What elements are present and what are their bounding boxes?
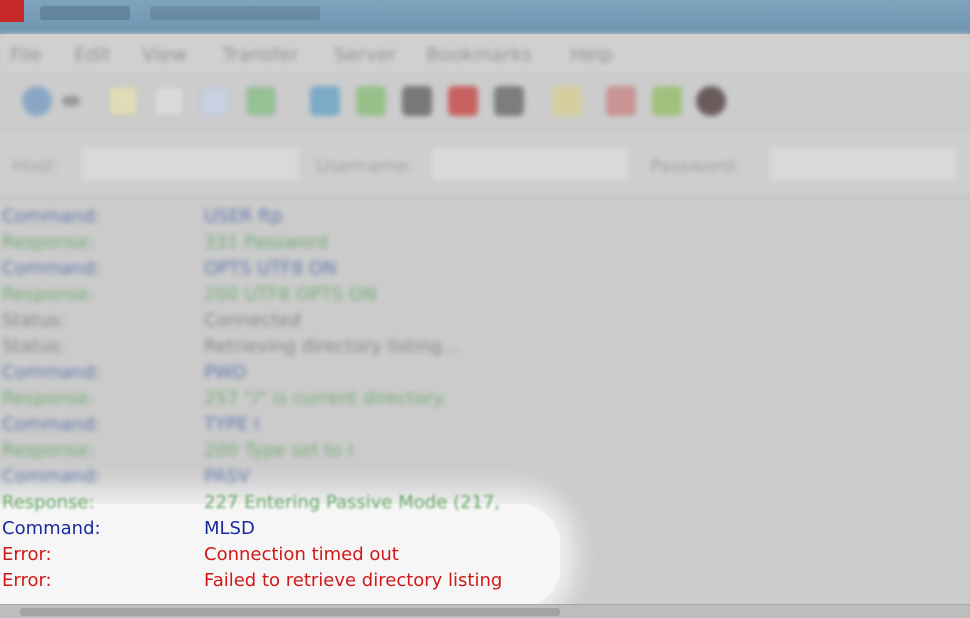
log-type: Status: xyxy=(2,336,66,357)
log-message: PWD xyxy=(204,362,247,383)
log-type: Status: xyxy=(2,310,66,331)
log-row: Status: Connected xyxy=(0,308,970,334)
log-type: Command: xyxy=(2,518,101,539)
log-type: Response: xyxy=(2,492,95,513)
menu-server[interactable]: Server xyxy=(334,44,396,66)
window-title-blurred xyxy=(40,6,130,20)
log-message: 200 Type set to I xyxy=(204,440,354,461)
log-message: USER ftp xyxy=(204,206,283,227)
log-type: Command: xyxy=(2,414,101,435)
menu-file[interactable]: File xyxy=(10,44,42,66)
cancel-icon[interactable] xyxy=(402,86,432,116)
remote-tree-icon[interactable] xyxy=(200,86,230,116)
log-type: Command: xyxy=(2,258,101,279)
log-row: Response: 227 Entering Passive Mode (217… xyxy=(0,490,970,516)
process-queue-icon[interactable] xyxy=(356,86,386,116)
log-type: Response: xyxy=(2,388,95,409)
log-row: Command: MLSD xyxy=(0,516,970,542)
log-type: Response: xyxy=(2,232,95,253)
log-row: Response: 200 UTF8 OPTS ON xyxy=(0,282,970,308)
log-message: Connected xyxy=(204,310,301,331)
log-message: 331 Password xyxy=(204,232,329,253)
menu-bar: File Edit View Transfer Server Bookmarks… xyxy=(0,34,970,76)
window-titlebar xyxy=(0,0,970,34)
reconnect-icon[interactable] xyxy=(494,86,524,116)
dropdown-arrow-icon[interactable] xyxy=(62,96,80,106)
local-tree-icon[interactable] xyxy=(154,86,184,116)
site-manager-icon[interactable] xyxy=(22,86,52,116)
log-type: Response: xyxy=(2,284,95,305)
window-title-blurred-2 xyxy=(150,6,320,20)
log-row: Response: 257 "/" is current directory. xyxy=(0,386,970,412)
menu-bookmarks[interactable]: Bookmarks xyxy=(426,44,532,66)
disconnect-icon[interactable] xyxy=(448,86,478,116)
horizontal-scrollbar[interactable] xyxy=(0,604,970,618)
host-label: Host: xyxy=(12,156,60,177)
password-input[interactable] xyxy=(768,146,958,182)
menu-view[interactable]: View xyxy=(142,44,187,66)
log-message: Failed to retrieve directory listing xyxy=(204,570,503,591)
log-row-error: Error: Failed to retrieve directory list… xyxy=(0,568,970,594)
username-input[interactable] xyxy=(430,146,630,182)
quickconnect-bar: Host: Username: Password: xyxy=(0,130,970,196)
log-row-error: Error: Connection timed out xyxy=(0,542,970,568)
toolbar xyxy=(0,76,970,130)
log-type: Error: xyxy=(2,570,52,591)
log-message: TYPE I xyxy=(204,414,260,435)
log-message: 257 "/" is current directory. xyxy=(204,388,447,409)
log-row: Command: USER ftp xyxy=(0,204,970,230)
message-log-icon[interactable] xyxy=(108,86,138,116)
log-message: Retrieving directory listing... xyxy=(204,336,460,357)
log-type: Response: xyxy=(2,440,95,461)
log-message: OPTS UTF8 ON xyxy=(204,258,337,279)
log-type: Error: xyxy=(2,544,52,565)
transfer-queue-icon[interactable] xyxy=(246,86,276,116)
menu-edit[interactable]: Edit xyxy=(74,44,111,66)
menu-help[interactable]: Help xyxy=(570,44,613,66)
log-type: Command: xyxy=(2,206,101,227)
sync-browse-icon[interactable] xyxy=(652,86,682,116)
log-row: Command: PWD xyxy=(0,360,970,386)
scrollbar-thumb[interactable] xyxy=(20,608,560,616)
log-message: 200 UTF8 OPTS ON xyxy=(204,284,377,305)
search-icon[interactable] xyxy=(696,86,726,116)
log-row: Response: 331 Password xyxy=(0,230,970,256)
app-icon xyxy=(0,0,24,22)
log-row: Command: OPTS UTF8 ON xyxy=(0,256,970,282)
menu-transfer[interactable]: Transfer xyxy=(222,44,298,66)
log-row: Command: PASV xyxy=(0,464,970,490)
log-message: Connection timed out xyxy=(204,544,399,565)
log-row: Command: TYPE I xyxy=(0,412,970,438)
refresh-icon[interactable] xyxy=(310,86,340,116)
log-message: MLSD xyxy=(204,518,255,539)
log-row: Status: Retrieving directory listing... xyxy=(0,334,970,360)
password-label: Password: xyxy=(650,156,741,177)
log-type: Command: xyxy=(2,362,101,383)
log-message: 227 Entering Passive Mode (217, xyxy=(204,492,501,513)
log-type: Command: xyxy=(2,466,101,487)
username-label: Username: xyxy=(316,156,414,177)
compare-icon[interactable] xyxy=(606,86,636,116)
directory-filter-icon[interactable] xyxy=(552,86,582,116)
log-message: PASV xyxy=(204,466,250,487)
log-row: Response: 200 Type set to I xyxy=(0,438,970,464)
host-input[interactable] xyxy=(80,146,300,182)
